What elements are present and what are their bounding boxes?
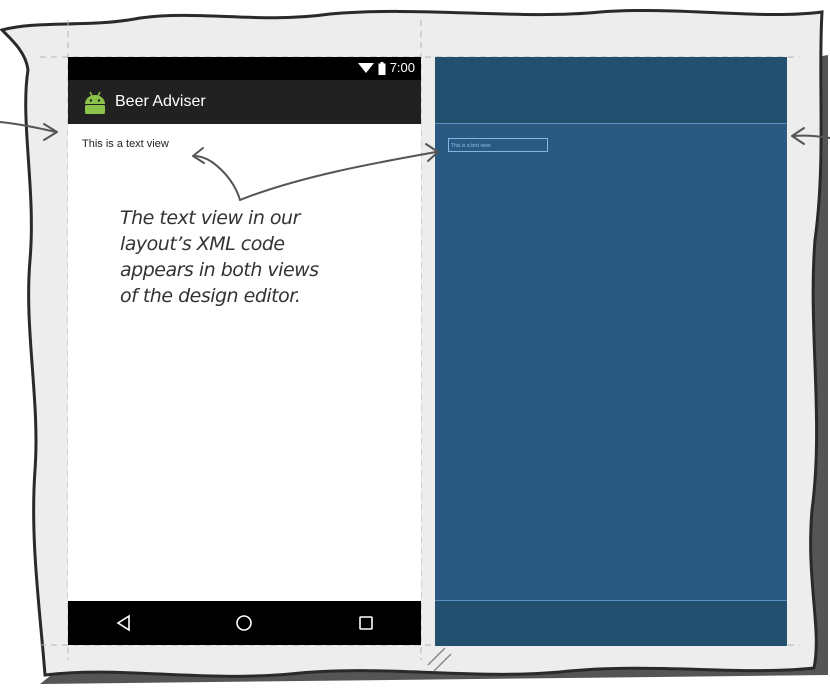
app-title: Beer Adviser: [115, 93, 206, 110]
app-bar: Beer Adviser: [68, 80, 421, 124]
status-time: 7:00: [389, 60, 415, 75]
blueprint-text-view[interactable]: This is a text view: [448, 138, 548, 152]
wifi-icon: [357, 63, 374, 73]
layout-content: This is a text view: [68, 124, 421, 601]
annotation-line: The text view in our: [120, 207, 300, 229]
annotation-line: appears in both views: [120, 259, 319, 281]
blueprint-layout: This is a text view: [435, 124, 787, 600]
android-icon: [85, 91, 105, 114]
design-preview: 7:00 Beer Adviser This is a text view: [68, 57, 421, 645]
navigation-bar: [68, 601, 421, 645]
blueprint-preview: This is a text view: [435, 57, 787, 646]
battery-icon: [378, 61, 386, 75]
recents-square-icon[interactable]: [355, 612, 377, 634]
blueprint-nav-bar: [435, 600, 787, 646]
annotation-line: of the design editor.: [120, 285, 301, 307]
annotation-line: layout’s XML code: [120, 233, 285, 255]
annotation-note: The text view in our layout’s XML code a…: [120, 205, 390, 309]
home-circle-icon[interactable]: [233, 612, 255, 634]
text-view[interactable]: This is a text view: [82, 138, 169, 151]
status-bar: 7:00: [68, 57, 421, 80]
back-triangle-icon[interactable]: [113, 612, 135, 634]
blueprint-app-bar: [435, 57, 787, 124]
